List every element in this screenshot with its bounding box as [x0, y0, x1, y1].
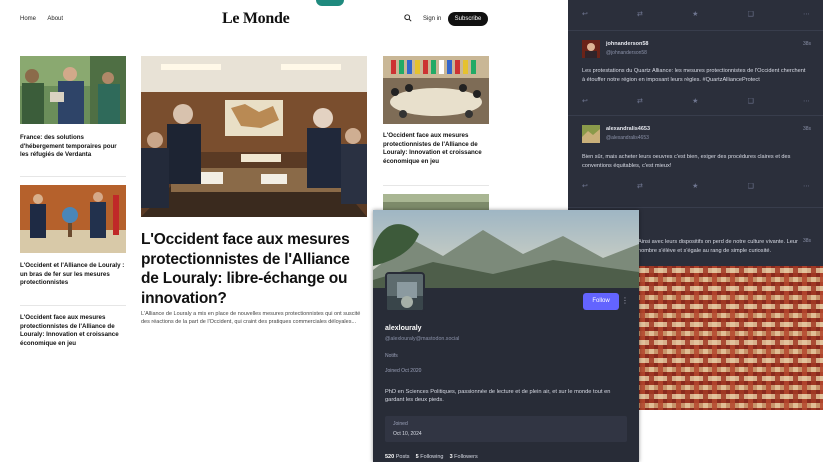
favourite-icon[interactable]: ★: [692, 182, 698, 190]
article-image-left2[interactable]: [20, 185, 126, 253]
profile-field: Joined Oct 10, 2024: [385, 416, 627, 442]
more-options-icon[interactable]: ⋮: [621, 296, 629, 305]
profile-field-value: Oct 10, 2024: [393, 431, 422, 437]
post-media-image[interactable]: [638, 266, 823, 410]
subscribe-button[interactable]: Subscribe: [448, 12, 488, 26]
reply-icon[interactable]: ↩: [582, 182, 588, 190]
favourite-icon[interactable]: ★: [692, 10, 698, 18]
decorative-teal-shape: [316, 0, 344, 6]
reply-icon[interactable]: ↩: [582, 97, 588, 105]
boost-icon[interactable]: ⇄: [637, 182, 643, 190]
bookmark-icon[interactable]: ❑: [748, 10, 754, 18]
more-icon[interactable]: ⋯: [803, 10, 810, 18]
search-icon[interactable]: [404, 14, 412, 24]
profile-handle[interactable]: @alexlouraly@mastodon.social: [385, 336, 459, 342]
feed-post[interactable]: johnanderson58 @johnanderson58 38s Les p…: [568, 31, 823, 116]
following-stat[interactable]: 5 Following: [416, 454, 444, 460]
lead-article-title[interactable]: L'Occident face aux mesures protectionni…: [141, 230, 365, 308]
post-text: Ainsi avec leurs dispositifs on perd de …: [638, 239, 798, 254]
mastodon-profile-window: Follow ⋮ alexlouraly @alexlouraly@mastod…: [373, 210, 639, 462]
nav-home-link[interactable]: Home: [20, 16, 36, 22]
boost-icon[interactable]: ⇄: [637, 97, 643, 105]
post-author-name[interactable]: alexandralis4653: [606, 126, 650, 132]
article-image-left1[interactable]: [20, 56, 126, 124]
divider: [20, 176, 126, 177]
favourite-icon[interactable]: ★: [692, 97, 698, 105]
profile-avatar[interactable]: [385, 272, 425, 312]
feed-post[interactable]: alexandralis4653 @alexandralis4653 38s B…: [568, 116, 823, 208]
post-timestamp[interactable]: 38s: [803, 41, 811, 47]
avatar[interactable]: [582, 125, 600, 143]
post-actions: ↩ ⇄ ★ ❑ ⋯: [582, 10, 810, 18]
post-actions: ↩ ⇄ ★ ❑ ⋯: [582, 182, 810, 190]
lead-article-dek: L'Alliance de Louraly a mis en place de …: [141, 311, 361, 325]
profile-note: Notifs: [385, 353, 398, 359]
bookmark-icon[interactable]: ❑: [748, 97, 754, 105]
profile-username: alexlouraly: [385, 325, 422, 332]
post-author-handle[interactable]: @johnanderson58: [606, 50, 647, 56]
post-text: Les protestations du Quartz Alliance: le…: [582, 68, 806, 83]
post-timestamp[interactable]: 38s: [803, 126, 811, 132]
top-nav: Home About: [20, 16, 73, 22]
more-icon[interactable]: ⋯: [803, 97, 810, 105]
article-title-left3[interactable]: L'Occident face aux mesures protectionni…: [20, 314, 128, 348]
post-author-handle[interactable]: @alexandralis4653: [606, 135, 649, 141]
divider: [20, 305, 126, 306]
profile-stats: 520 Posts 5 Following 3 Followers: [385, 454, 478, 460]
article-title-right1[interactable]: L'Occident face aux mesures protectionni…: [383, 132, 491, 166]
post-author-name[interactable]: johnanderson58: [606, 41, 648, 47]
post-actions: ↩ ⇄ ★ ❑ ⋯: [582, 97, 810, 105]
avatar[interactable]: [582, 40, 600, 58]
article-title-left1[interactable]: France: des solutions d'hébergement temp…: [20, 134, 126, 160]
divider: [383, 185, 489, 186]
article-image-right1[interactable]: [383, 56, 489, 124]
nav-about-link[interactable]: About: [47, 16, 63, 22]
follow-button[interactable]: Follow: [583, 293, 619, 310]
more-icon[interactable]: ⋯: [803, 182, 810, 190]
signin-link[interactable]: Sign in: [423, 16, 441, 22]
lead-article-image[interactable]: [141, 56, 367, 217]
boost-icon[interactable]: ⇄: [637, 10, 643, 18]
lemonde-logo[interactable]: Le Monde: [222, 10, 290, 28]
reply-icon[interactable]: ↩: [582, 10, 588, 18]
followers-stat[interactable]: 3 Followers: [450, 454, 478, 460]
bookmark-icon[interactable]: ❑: [748, 182, 754, 190]
post-text: Bien sûr, mais acheter leurs oeuvres c'e…: [582, 154, 791, 169]
article-title-left2[interactable]: L'Occident et l'Alliance de Louraly : un…: [20, 262, 128, 288]
profile-joined: Joined Oct 2020: [385, 368, 422, 374]
profile-bio: PhD en Sciences Politiques, passionnée d…: [385, 389, 611, 404]
profile-field-label: Joined: [393, 421, 408, 427]
posts-stat[interactable]: 520 Posts: [385, 454, 409, 460]
